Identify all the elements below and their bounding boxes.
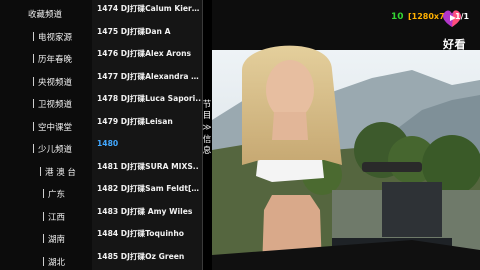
video-image [212, 0, 480, 270]
channel-item[interactable]: 1482 DJ打碟Sam Feldt[1.. [97, 178, 201, 200]
category-label: 电视家源 [38, 32, 73, 43]
category-item[interactable]: 电视家源 [0, 27, 92, 49]
channel-list-panel: 1474 DJ打碟Calum Kieran 1475 DJ打碟Dan A 1476 … [92, 0, 203, 270]
side-tab-text-3: 信 [202, 135, 212, 145]
category-label: 湖北 [48, 257, 66, 268]
app-logo-text: 好看 [443, 38, 466, 51]
channel-item[interactable]: 1481 DJ打碟SURA MIXS.. [97, 156, 201, 178]
current-channel-number: 10 [391, 12, 404, 22]
side-tab-text-1: 节 [202, 100, 212, 110]
category-label: 少儿频道 [38, 145, 73, 155]
channel-item[interactable]: 1483 DJ打碟 Amy Wiles [97, 201, 201, 223]
category-bar [33, 76, 34, 86]
tv-player-screen: 收藏频道电视家源历年春晚央视频道卫视频道空中课堂少儿频道港 澳 台广东江西湖南湖… [0, 0, 480, 270]
channel-item[interactable]: 1476 DJ打碟Alex Arons [97, 43, 201, 65]
category-bar [40, 166, 41, 176]
channel-item[interactable]: 1478 DJ打碟Luca Sapori.. [97, 88, 201, 110]
category-label: 空中课堂 [38, 122, 73, 133]
category-label: 收藏频道 [28, 10, 63, 20]
category-bar [43, 234, 44, 243]
category-label: 湖南 [48, 235, 66, 245]
category-label: 港 澳 台 [45, 167, 76, 178]
channel-item[interactable]: 1475 DJ打碟Dan A [97, 21, 201, 43]
category-panel: 收藏频道电视家源历年春晚央视频道卫视频道空中课堂少儿频道港 澳 台广东江西湖南湖… [0, 0, 92, 270]
channel-item-selected[interactable]: 1480 [97, 133, 201, 155]
category-bar [43, 211, 44, 221]
category-item[interactable]: 卫视频道 [0, 94, 92, 116]
category-label: 历年春晚 [38, 55, 73, 65]
category-bar [43, 256, 44, 266]
category-item[interactable]: 空中课堂 [0, 117, 92, 139]
category-label: 江西 [48, 212, 66, 223]
category-item[interactable]: 少儿频道 [0, 139, 92, 161]
channel-item[interactable]: 1479 DJ打碟Leisan [97, 111, 201, 133]
channel-item[interactable]: 1485 DJ打碟Oz Green [97, 246, 201, 268]
channel-item[interactable]: 1484 DJ打碟Toquinho [97, 223, 201, 245]
double-chevron-right-icon: ≫ [202, 123, 212, 133]
category-label: 卫视频道 [38, 100, 73, 110]
channel-item[interactable]: 1474 DJ打碟Calum Kieran [97, 0, 201, 20]
category-label: 央视频道 [38, 77, 73, 88]
category-bar [43, 189, 44, 198]
program-info-tab[interactable]: 节 目 ≫ 信 息 [199, 100, 215, 157]
category-item[interactable]: 收藏频道 [0, 4, 92, 26]
category-item[interactable]: 港 澳 台 [0, 162, 92, 184]
category-item[interactable]: 湖南 [0, 229, 92, 251]
category-item[interactable]: 湖北 [0, 252, 92, 270]
category-item[interactable]: 广东 [0, 184, 92, 206]
category-item[interactable]: 历年春晚 [0, 49, 92, 71]
video-frame[interactable] [212, 0, 480, 270]
category-bar [33, 31, 34, 41]
channel-item[interactable]: 1477 DJ打碟Alexandra B.. [97, 66, 201, 88]
category-item[interactable]: 央视频道 [0, 72, 92, 94]
category-bar [33, 99, 34, 108]
category-bar [33, 54, 34, 63]
page-indicator: 1/1 [455, 12, 470, 21]
category-label: 广东 [48, 190, 66, 200]
category-bar [33, 121, 34, 131]
side-tab-text-2: 目 [202, 111, 212, 121]
side-tab-text-4: 息 [202, 146, 212, 156]
category-bar [33, 144, 34, 153]
category-item[interactable]: 江西 [0, 207, 92, 229]
